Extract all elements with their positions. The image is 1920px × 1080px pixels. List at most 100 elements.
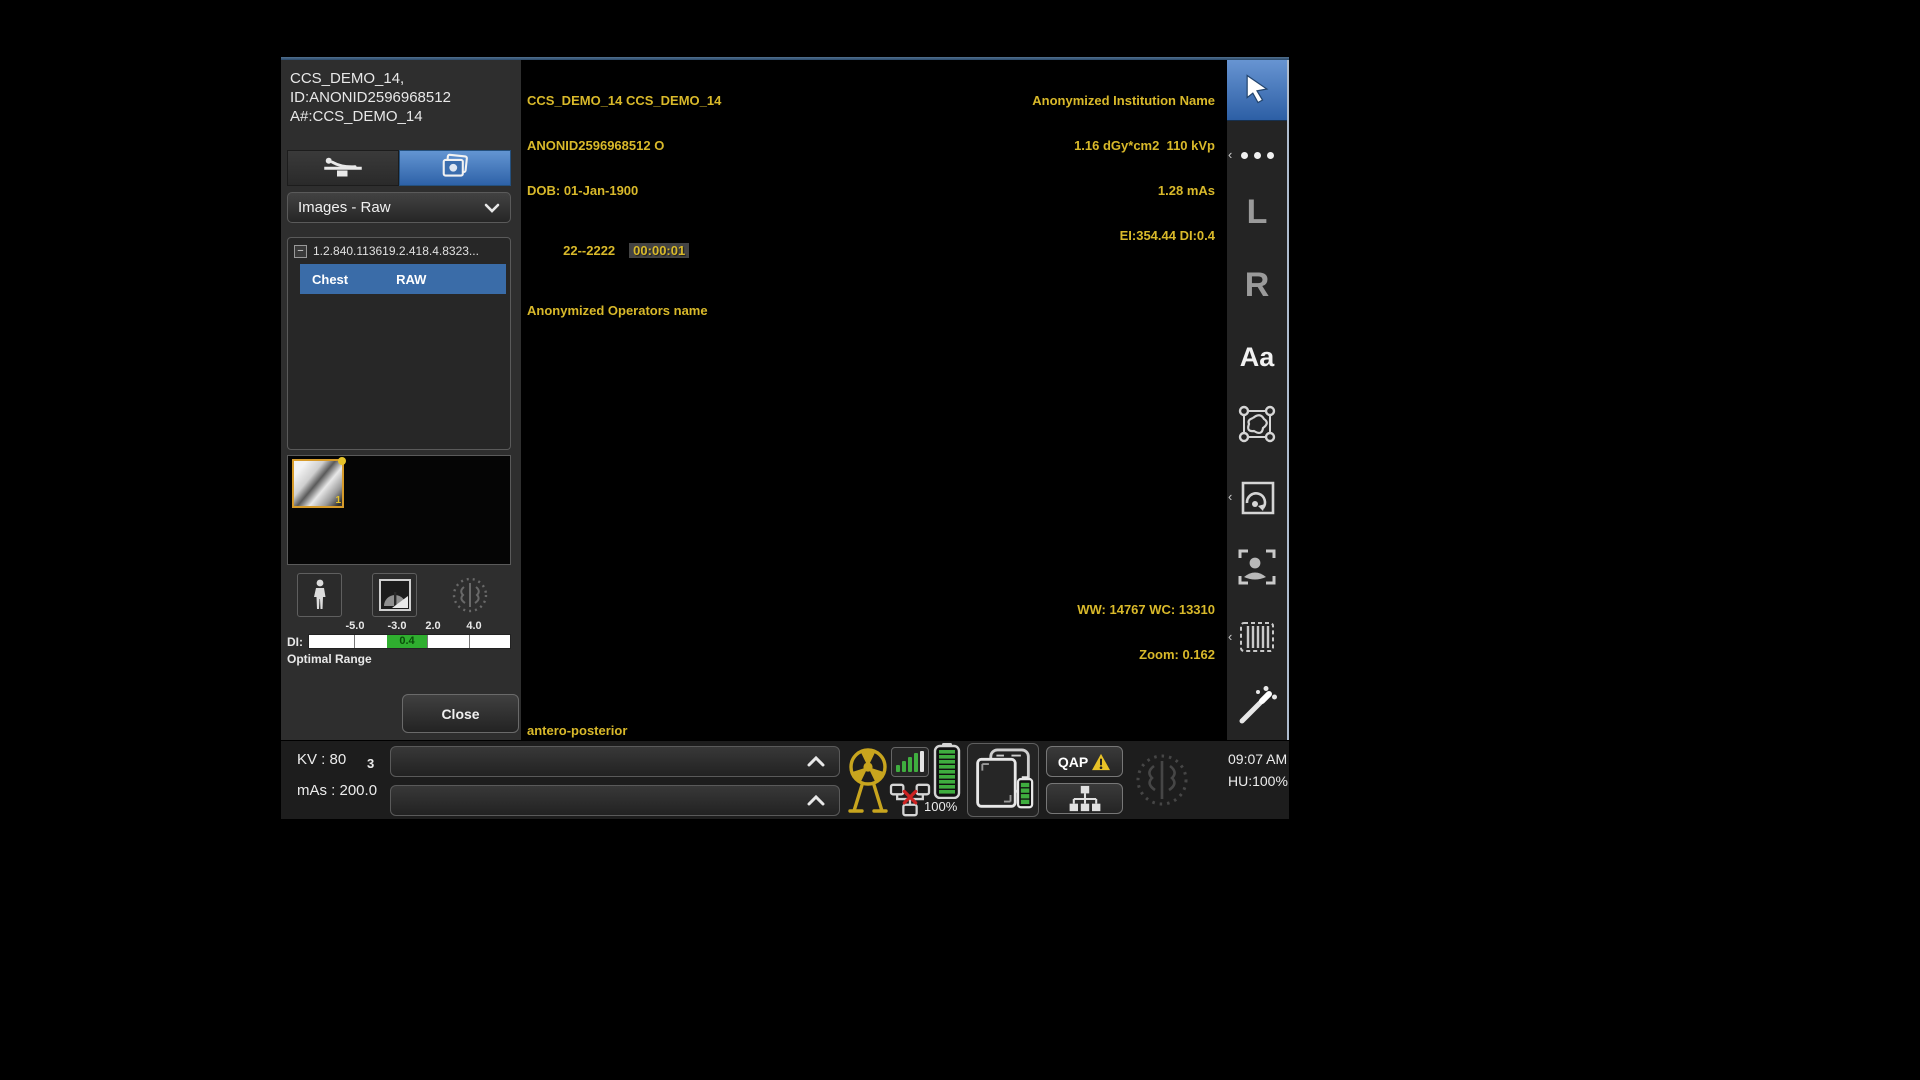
di-tick: 4.0	[466, 620, 481, 632]
thumbnail-strip: 1	[287, 455, 511, 565]
patient-info: CCS_DEMO_14, ID:ANONID2596968512 A#:CCS_…	[290, 69, 451, 126]
right-toolbar: ‹ L R Aa ‹	[1227, 57, 1289, 740]
di-scale-bar: 0.4	[308, 634, 511, 649]
overlay-window-level: WW: 14767 WC: 13310	[1077, 602, 1215, 617]
cursor-arrow-icon	[1242, 73, 1272, 105]
network-config-button[interactable]	[1046, 783, 1123, 814]
overlay-projection: antero-posterior	[527, 723, 627, 738]
qap-label: QAP	[1058, 754, 1088, 770]
portrait-focus-icon	[1236, 546, 1278, 588]
dose-dome-icon	[378, 578, 412, 612]
overlay-dob: DOB: 01-Jan-1900	[527, 183, 721, 198]
tab-images[interactable]	[399, 150, 511, 186]
overlay-bottom-right: WW: 14767 WC: 13310 Zoom: 0.162	[1077, 572, 1215, 692]
technique-dropdown-1[interactable]	[390, 746, 840, 777]
images-filter-dropdown[interactable]: Images - Raw	[287, 192, 511, 223]
qap-button[interactable]: QAP	[1046, 746, 1123, 777]
di-divider	[469, 635, 470, 648]
overlay-institution: Anonymized Institution Name	[1032, 93, 1215, 108]
more-tools-button[interactable]: ‹	[1227, 145, 1287, 165]
wireless-signal-button[interactable]	[891, 747, 929, 777]
overlay-top-left: CCS_DEMO_14 CCS_DEMO_14 ANONID2596968512…	[527, 63, 721, 348]
pointer-tool-button[interactable]	[1227, 57, 1287, 121]
new-image-dot	[338, 457, 346, 465]
signal-bars-icon	[896, 765, 900, 772]
patient-orientation-button[interactable]	[1227, 543, 1287, 591]
overlay-exposure-index: EI:354.44 DI:0.4	[1032, 228, 1215, 243]
images-icon	[440, 153, 470, 184]
collapse-left-icon: ‹	[1228, 632, 1232, 642]
thumbnail-number: 1	[335, 495, 341, 506]
detector-cassette-icon	[972, 747, 1034, 813]
brain-icon	[450, 575, 490, 615]
overlay-top-right: Anonymized Institution Name 1.16 dGy*cm2…	[1032, 63, 1215, 273]
annotation-text-button[interactable]: Aa	[1227, 335, 1287, 379]
image-histogram-button[interactable]	[372, 573, 417, 617]
series-type: RAW	[396, 272, 426, 287]
overlay-mas: 1.28 mAs	[1032, 183, 1215, 198]
screen: CCS_DEMO_14, ID:ANONID2596968512 A#:CCS_…	[0, 0, 1920, 1080]
overlay-patient-id: ANONID2596968512 O	[527, 138, 721, 153]
xray-viewport[interactable]: CCS_DEMO_14 CCS_DEMO_14 ANONID2596968512…	[521, 57, 1227, 740]
patient-sidebar: CCS_DEMO_14, ID:ANONID2596968512 A#:CCS_…	[281, 57, 521, 740]
patient-accession: A#:CCS_DEMO_14	[290, 107, 451, 126]
overlay-zoom: Zoom: 0.162	[1077, 647, 1215, 662]
deviation-index-block: -5.0 -3.0 2.0 4.0 DI: 0.4 Optimal Range	[281, 620, 521, 666]
collapse-left-icon: ‹	[1228, 492, 1232, 502]
series-row-chest[interactable]: Chest RAW	[300, 264, 506, 294]
patient-id: ID:ANONID2596968512	[290, 88, 451, 107]
person-icon	[312, 579, 328, 611]
network-tree-icon	[1066, 785, 1104, 813]
patient-name: CCS_DEMO_14,	[290, 69, 451, 88]
dropdown-value: Images - Raw	[298, 199, 391, 216]
series-name: Chest	[312, 272, 348, 287]
acquisition-window: CCS_DEMO_14, ID:ANONID2596968512 A#:CCS_…	[281, 57, 1289, 819]
chevron-up-icon	[807, 755, 825, 767]
di-tick: -3.0	[388, 620, 407, 632]
battery-percent: 100%	[924, 799, 957, 814]
rotate-image-icon	[1237, 477, 1277, 517]
di-label: DI:	[287, 635, 303, 649]
close-button[interactable]: Close	[402, 694, 519, 733]
image-thumbnail[interactable]: 1	[292, 459, 344, 508]
status-bar: KV : 80 3 mAs : 200.0	[281, 740, 1289, 819]
overlay-time: 00:00:01	[629, 243, 689, 258]
radiation-source-icon	[846, 745, 890, 822]
processing-brain-button[interactable]	[447, 573, 492, 617]
sidebar-tabs	[287, 150, 511, 186]
tree-node-uid[interactable]: − 1.2.840.113619.2.418.4.8323...	[288, 238, 510, 264]
di-caption: Optimal Range	[287, 652, 521, 666]
auto-enhance-button[interactable]	[1227, 681, 1287, 729]
di-divider	[354, 635, 355, 648]
technique-dropdown-2[interactable]	[390, 785, 840, 816]
mas-readout: mAs : 200.0	[297, 782, 377, 799]
detector-status-button[interactable]	[967, 743, 1039, 817]
tab-worklist[interactable]	[287, 150, 399, 186]
overlay-patient-name: CCS_DEMO_14 CCS_DEMO_14	[527, 93, 721, 108]
di-divider	[427, 635, 428, 648]
roi-tool-button[interactable]	[1227, 400, 1287, 448]
di-tick: 2.0	[425, 620, 440, 632]
rotate-image-button[interactable]: ‹	[1227, 473, 1287, 521]
xray-table-icon	[322, 154, 364, 183]
collapse-icon[interactable]: −	[294, 245, 307, 258]
overlay-date: 22--2222	[563, 243, 615, 258]
kv-readout: KV : 80	[297, 751, 346, 768]
series-tree: − 1.2.840.113619.2.418.4.8323... Chest R…	[287, 237, 511, 450]
sidebar-tools	[297, 573, 507, 617]
left-marker-button[interactable]: L	[1227, 190, 1287, 234]
grid-lines-icon	[1237, 619, 1277, 655]
chevron-up-icon	[807, 794, 825, 806]
right-marker-button[interactable]: R	[1227, 263, 1287, 307]
heat-units-display: HU:100%	[1228, 770, 1288, 792]
patient-anatomy-button[interactable]	[297, 573, 342, 617]
overlay-dose: 1.16 dGy*cm2 110 kVp	[1032, 138, 1215, 153]
processing-status-brain-icon	[1133, 749, 1191, 816]
warning-icon	[1091, 753, 1111, 771]
series-uid: 1.2.840.113619.2.418.4.8323...	[313, 244, 479, 258]
di-tick-labels: -5.0 -3.0 2.0 4.0	[281, 620, 521, 633]
clock-block: 09:07 AM HU:100%	[1228, 748, 1288, 792]
di-tick: -5.0	[346, 620, 365, 632]
collimation-grid-button[interactable]: ‹	[1227, 613, 1287, 661]
time-display: 09:07 AM	[1228, 748, 1288, 770]
